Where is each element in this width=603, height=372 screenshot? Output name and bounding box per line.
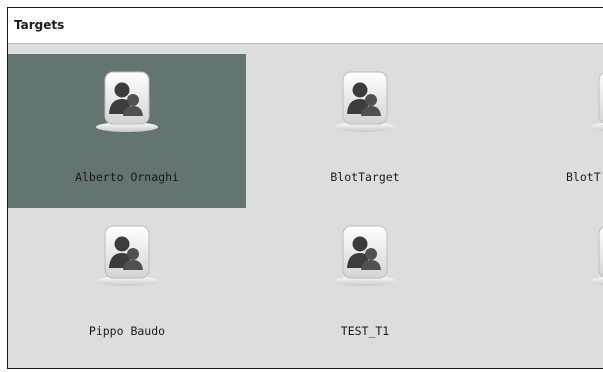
target-tile-partial[interactable] [484,208,603,362]
target-tile-blottarget[interactable]: BlotTarget [246,54,484,208]
target-label: BlotT [566,170,601,184]
target-tile-pippo-baudo[interactable]: Pippo Baudo [8,208,246,362]
panel-header: Targets [8,8,603,44]
target-tile-blott[interactable]: BlotT [484,54,603,208]
target-user-icon [94,224,160,286]
targets-panel: Targets Alberto Ornaghi BlotTarget BlotT… [7,7,603,369]
target-user-icon [332,70,398,132]
panel-title: Targets [14,18,65,32]
targets-grid: Alberto Ornaghi BlotTarget BlotT Pippo B… [8,54,603,368]
target-label: BlotTarget [330,170,400,184]
target-user-icon [588,70,603,132]
target-tile-alberto-ornaghi[interactable]: Alberto Ornaghi [8,54,246,208]
target-tile-test-t1[interactable]: TEST_T1 [246,208,484,362]
target-user-icon [94,70,160,132]
target-label: Alberto Ornaghi [75,170,179,184]
target-user-icon [588,224,603,286]
target-user-icon [332,224,398,286]
target-label: TEST_T1 [340,324,390,338]
target-label: Pippo Baudo [88,324,166,338]
